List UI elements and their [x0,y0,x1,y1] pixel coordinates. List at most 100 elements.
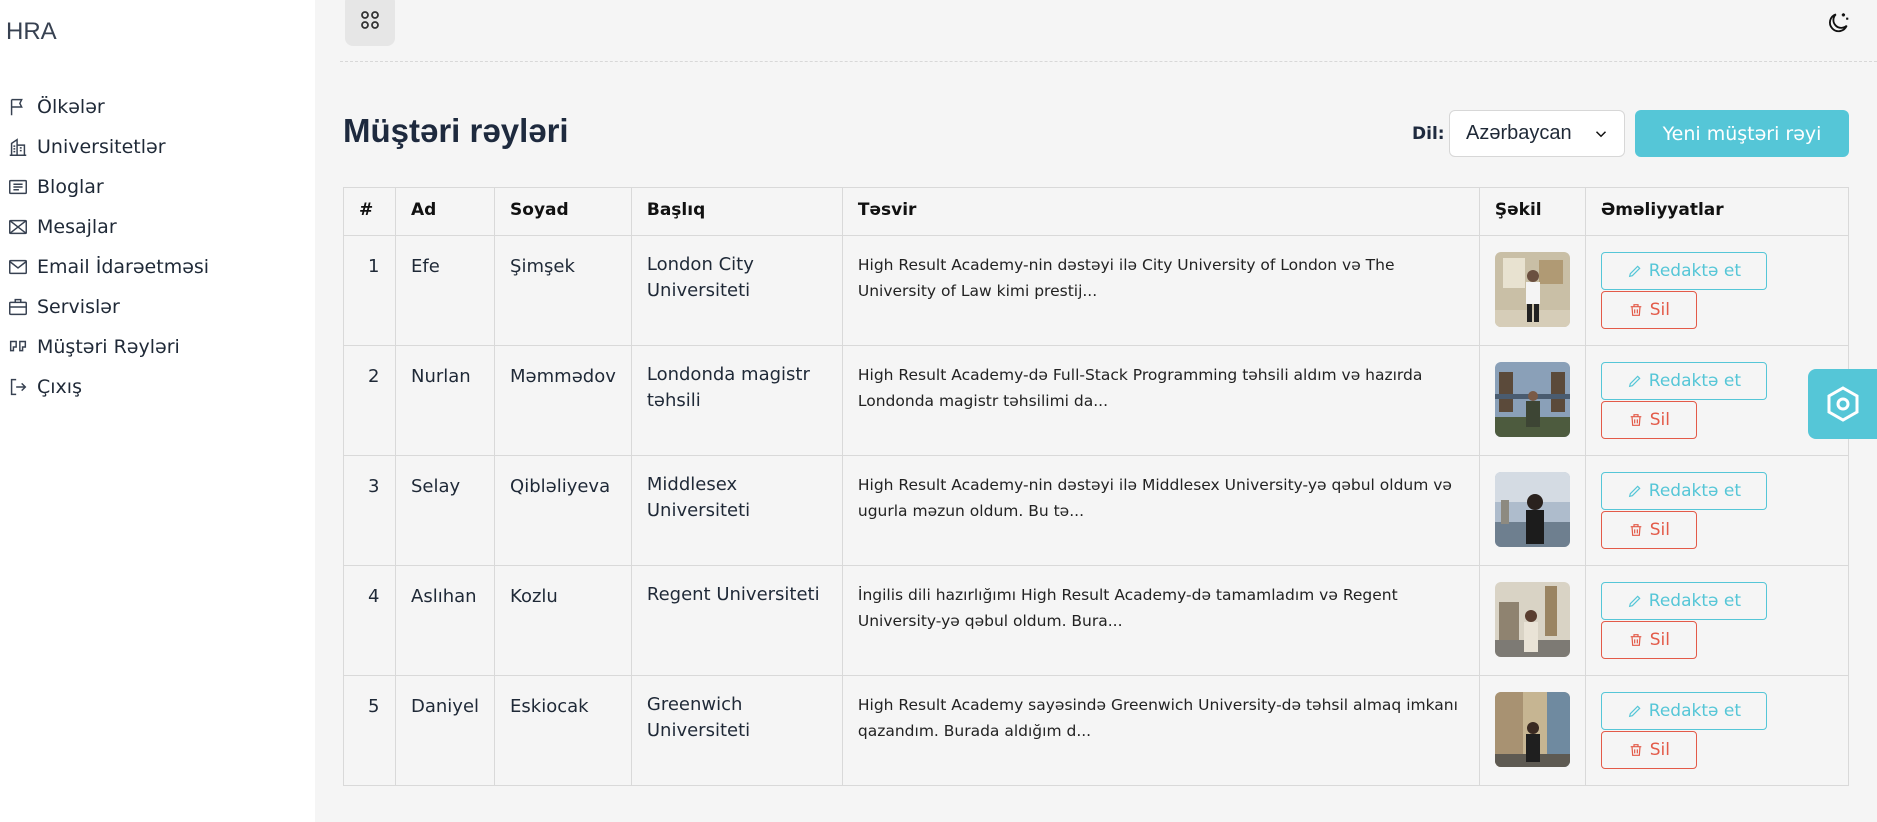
cell-basliq: Regent Universiteti [630,565,843,676]
cell-tesvir: High Result Academy-nin dəstəyi ilə City… [841,235,1480,346]
cell-ad: Efe [394,235,496,346]
cell-num: 1 [343,235,396,346]
sidebar-item-label: Çıxış [37,376,82,398]
cell-tesvir: High Result Academy-nin dəstəyi ilə Midd… [841,455,1480,566]
language-select-value: Azərbaycan [1466,122,1572,144]
cell-basliq: London City Universiteti [630,235,843,346]
trash-icon [1630,304,1642,316]
column-header-soyad: Soyad [494,187,632,236]
delete-button[interactable]: Sil [1600,291,1697,329]
grid-icon [361,11,379,29]
sidebar-item-label: Müştəri Rəyləri [37,336,180,358]
cell-actions: Redaktə et Sil [1584,235,1850,346]
cell-soyad: Kozlu [494,565,632,676]
cell-sekil [1478,455,1586,566]
page-title: Müştəri rəyləri [343,112,569,149]
edit-button[interactable]: Redaktə et [1600,252,1767,290]
cell-num: 4 [343,565,396,676]
pencil-icon [1628,265,1641,278]
edit-button[interactable]: Redaktə et [1600,692,1767,730]
pencil-icon [1628,595,1641,608]
briefcase-icon [6,295,30,319]
delete-button[interactable]: Sil [1600,731,1697,769]
envelope-icon [6,255,30,279]
table-row: 3 Selay Qibləliyeva Middlesex Universite… [343,455,1850,566]
edit-button-label: Redaktə et [1648,261,1741,281]
delete-button-label: Sil [1649,740,1670,760]
pencil-icon [1628,485,1641,498]
review-photo[interactable] [1494,582,1570,657]
edit-button[interactable]: Redaktə et [1600,472,1767,510]
review-photo[interactable] [1494,472,1570,547]
logout-icon [6,375,30,399]
sidebar-item-label: Bloglar [37,176,104,198]
trash-icon [1630,634,1642,646]
column-header-tesvir: Təsvir [841,187,1480,236]
quote-icon [6,335,30,359]
cell-sekil [1478,345,1586,456]
theme-toggle-button[interactable] [1823,8,1853,38]
moon-stars-icon [1829,13,1849,33]
delete-button[interactable]: Sil [1600,401,1697,439]
brand-logo[interactable]: HRA [6,18,57,46]
cell-tesvir: İngilis dili hazırlığımı High Result Aca… [841,565,1480,676]
cell-num: 3 [343,455,396,566]
delete-button-label: Sil [1649,410,1670,430]
language-select[interactable]: Azərbaycan [1449,110,1625,157]
edit-button-label: Redaktə et [1648,701,1741,721]
cell-basliq: Greenwich Universiteti [630,675,843,786]
delete-button-label: Sil [1649,630,1670,650]
review-photo[interactable] [1494,692,1570,767]
apps-button[interactable] [345,0,395,46]
flag-icon [6,95,30,119]
table-row: 2 Nurlan Məmmədov Londonda magistr təhsi… [343,345,1850,456]
settings-float-button[interactable] [1808,369,1877,439]
edit-button-label: Redaktə et [1648,371,1741,391]
review-photo[interactable] [1494,252,1570,327]
cell-ad: Aslıhan [394,565,496,676]
cell-soyad: Qibləliyeva [494,455,632,566]
column-header-num: # [343,187,396,236]
cell-actions: Redaktə et Sil [1584,675,1850,786]
sidebar-item-label: Servislər [37,296,120,318]
table-row: 1 Efe Şimşek London City Universiteti Hi… [343,235,1850,346]
trash-icon [1630,744,1642,756]
cell-actions: Redaktə et Sil [1584,455,1850,566]
cell-ad: Daniyel [394,675,496,786]
delete-button[interactable]: Sil [1600,621,1697,659]
sidebar-item-cixis[interactable]: Çıxış [6,360,209,414]
column-header-basliq: Başlıq [630,187,843,236]
cell-soyad: Eskiocak [494,675,632,786]
cell-sekil [1478,235,1586,346]
sidebar-item-label: Mesajlar [37,216,117,238]
table-header-row: # Ad Soyad Başlıq Təsvir Şəkil Əməliyyat… [343,187,1850,236]
edit-button[interactable]: Redaktə et [1600,362,1767,400]
column-header-ad: Ad [394,187,496,236]
cell-soyad: Məmmədov [494,345,632,456]
hexagon-settings-icon [1827,386,1858,422]
cell-ad: Nurlan [394,345,496,456]
chevron-down-icon [1592,125,1610,143]
sidebar-nav: Ölkələr Universitetlər Bloglar Mesajlar … [6,80,209,414]
new-review-button[interactable]: Yeni müştəri rəyi [1635,110,1849,157]
sidebar: HRA Ölkələr Universitetlər Bloglar Mesaj… [0,0,315,822]
cell-sekil [1478,565,1586,676]
edit-button-label: Redaktə et [1648,481,1741,501]
column-header-sekil: Şəkil [1478,187,1586,236]
sidebar-item-label: Ölkələr [37,96,105,118]
pencil-icon [1628,375,1641,388]
delete-button-label: Sil [1649,300,1670,320]
edit-button[interactable]: Redaktə et [1600,582,1767,620]
topbar [340,0,1877,62]
envelope-open-icon [6,215,30,239]
review-photo[interactable] [1494,362,1570,437]
reviews-table: # Ad Soyad Başlıq Təsvir Şəkil Əməliyyat… [343,187,1850,786]
table-row: 5 Daniyel Eskiocak Greenwich Universitet… [343,675,1850,786]
column-header-emeliyyatlar: Əməliyyatlar [1584,187,1850,236]
cell-tesvir: High Result Academy-də Full-Stack Progra… [841,345,1480,456]
trash-icon [1630,524,1642,536]
language-label: Dil: [1412,124,1445,144]
building-icon [6,135,30,159]
delete-button[interactable]: Sil [1600,511,1697,549]
cell-basliq: Middlesex Universiteti [630,455,843,566]
